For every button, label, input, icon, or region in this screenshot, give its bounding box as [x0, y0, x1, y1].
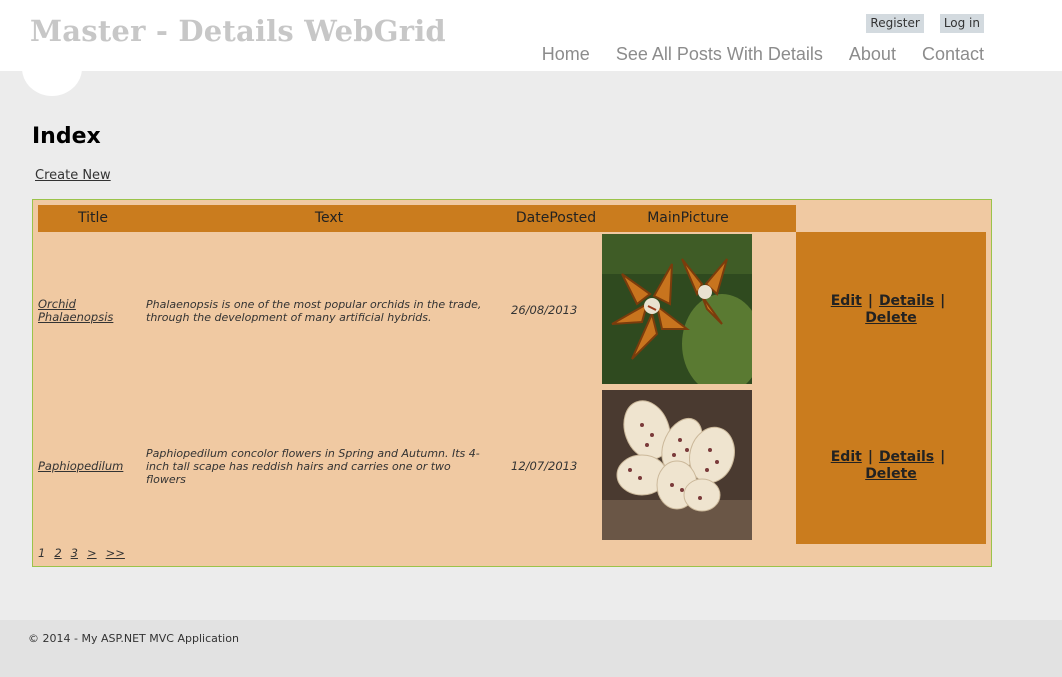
site-title[interactable]: Master - Details WebGrid [30, 14, 446, 48]
nav-contact[interactable]: Contact [922, 44, 984, 65]
page-title: Index [32, 124, 101, 149]
nav-about[interactable]: About [849, 44, 896, 65]
edit-link[interactable]: Edit [831, 293, 862, 309]
delete-link[interactable]: Delete [865, 310, 917, 326]
nav-home[interactable]: Home [542, 44, 590, 65]
pager-page-2[interactable]: 2 [54, 546, 61, 560]
column-header-title[interactable]: Title [38, 210, 148, 226]
grid-header-row: Title Text DatePosted MainPicture [38, 205, 796, 232]
nav-see-all-posts[interactable]: See All Posts With Details [616, 44, 823, 65]
edit-link[interactable]: Edit [831, 449, 862, 465]
row-actions-cell: Edit | Details | Delete [796, 388, 986, 544]
orchid-phalaenopsis-image [602, 234, 752, 384]
orchid-paphiopedilum-image [602, 390, 752, 540]
action-separator: | [867, 449, 873, 465]
pager: 1 2 3 > >> [38, 546, 125, 560]
row-actions-cell: Edit | Details | Delete [796, 232, 986, 388]
details-link[interactable]: Details [879, 293, 934, 309]
row-date: 12/07/2013 [511, 459, 578, 473]
delete-link[interactable]: Delete [865, 466, 917, 482]
row-title-link[interactable]: Orchid Phalaenopsis [38, 298, 138, 324]
action-separator: | [940, 293, 946, 309]
column-header-text[interactable]: Text [148, 210, 510, 226]
action-separator: | [867, 293, 873, 309]
row-title-link[interactable]: Paphiopedilum [38, 460, 138, 473]
pager-last[interactable]: >> [106, 546, 125, 560]
webgrid: Title Text DatePosted MainPicture Orchid… [32, 199, 992, 567]
login-bar: Register Log in [866, 14, 984, 33]
login-link[interactable]: Log in [939, 14, 984, 33]
row-text: Phalaenopsis is one of the most popular … [146, 298, 482, 324]
create-new-link[interactable]: Create New [35, 168, 111, 183]
pager-next[interactable]: > [87, 546, 97, 560]
pager-page-1: 1 [38, 546, 46, 560]
site-header: Master - Details WebGrid Register Log in… [0, 0, 1062, 96]
header-decoration [22, 40, 82, 96]
action-separator: | [940, 449, 946, 465]
main-nav: Home See All Posts With Details About Co… [542, 44, 984, 65]
register-link[interactable]: Register [866, 14, 924, 33]
details-link[interactable]: Details [879, 449, 934, 465]
footer-copyright: © 2014 - My ASP.NET MVC Application [28, 632, 239, 645]
row-text: Paphiopedilum concolor flowers in Spring… [146, 447, 480, 486]
row-date: 26/08/2013 [511, 303, 578, 317]
pager-page-3[interactable]: 3 [71, 546, 78, 560]
column-header-mainpicture[interactable]: MainPicture [602, 210, 774, 226]
site-footer: © 2014 - My ASP.NET MVC Application [0, 620, 1062, 677]
column-header-dateposted[interactable]: DatePosted [510, 210, 602, 226]
